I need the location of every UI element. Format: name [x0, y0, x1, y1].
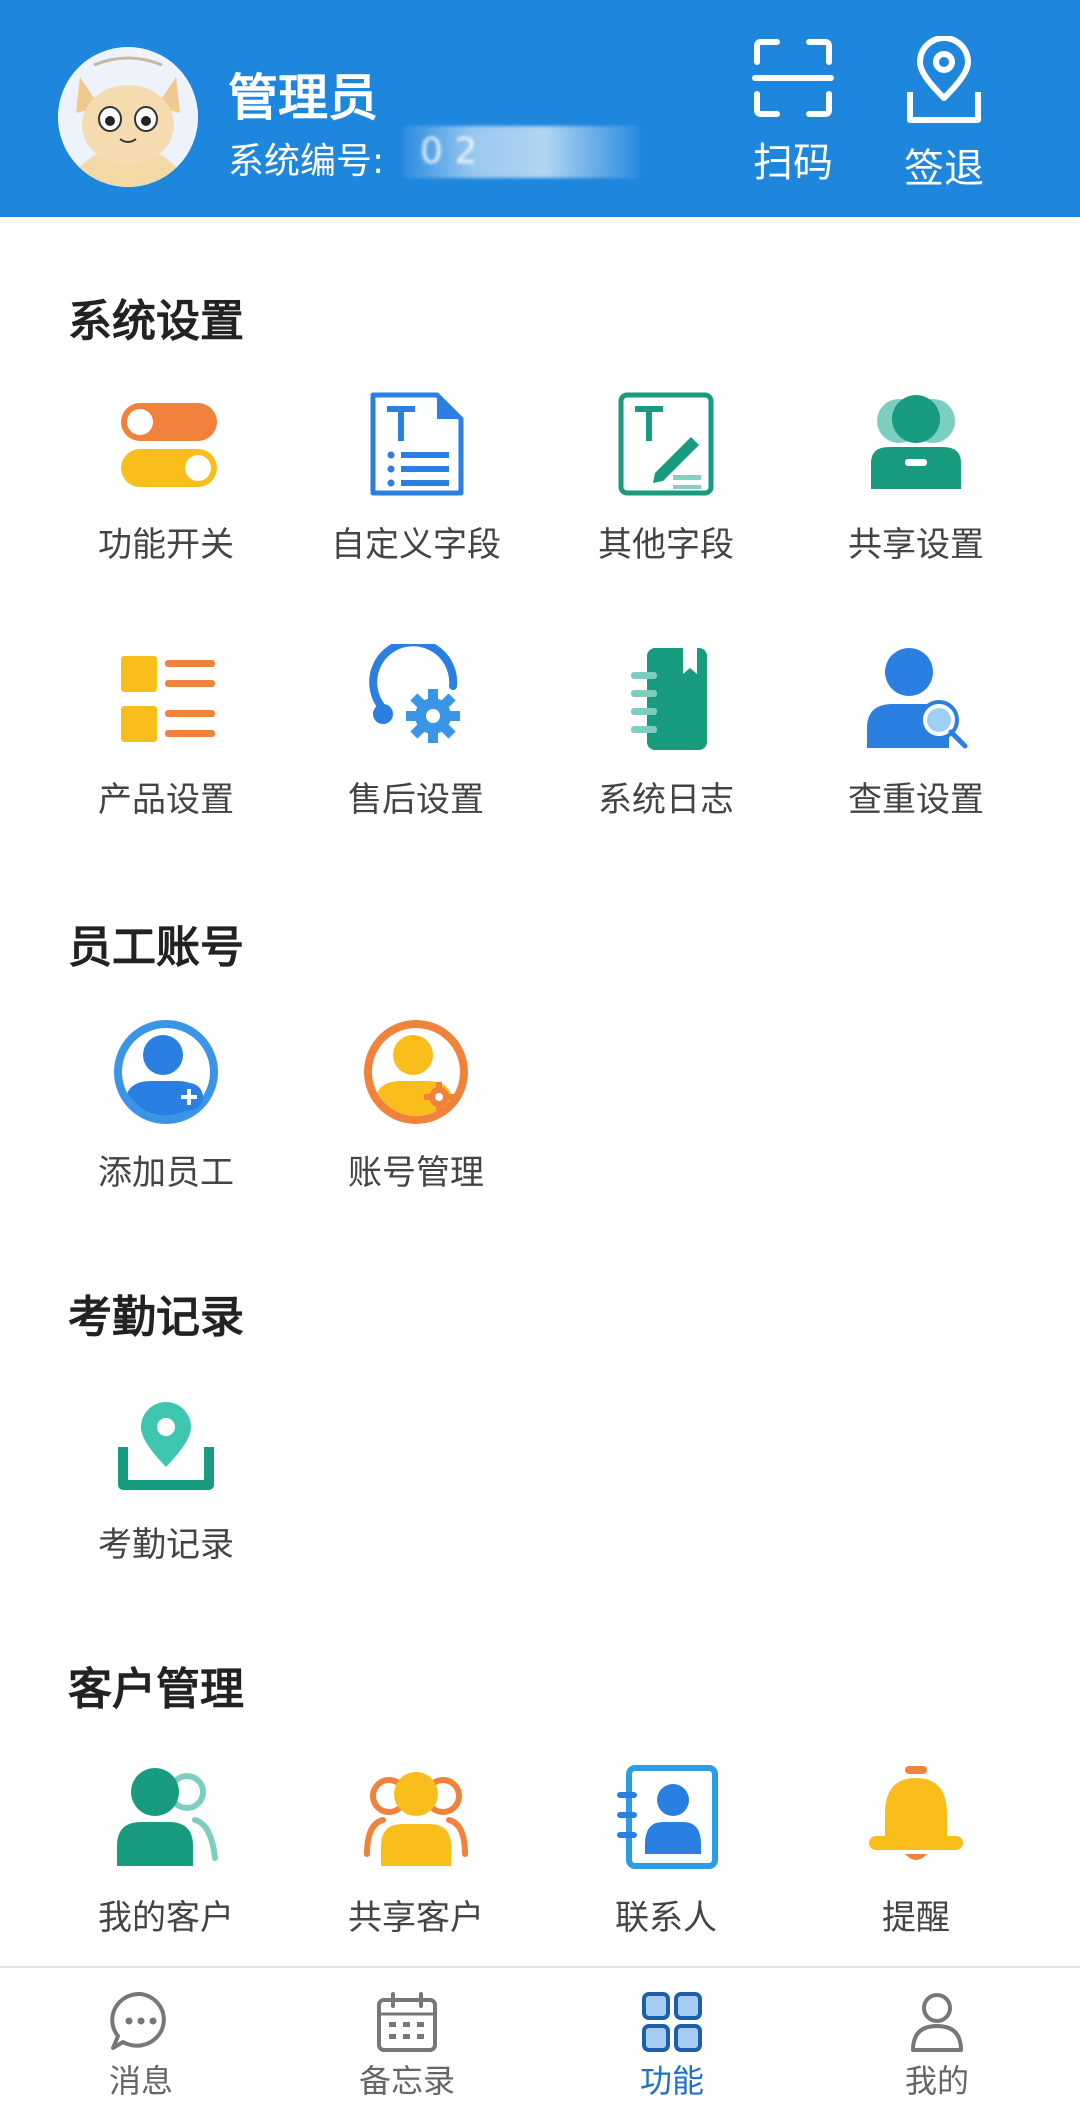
item-label: 提醒 — [882, 1898, 950, 1938]
item-label: 查重设置 — [848, 780, 984, 820]
item-label: 添加员工 — [98, 1153, 234, 1193]
item-label: 联系人 — [615, 1898, 717, 1938]
item-label: 售后设置 — [348, 780, 484, 820]
user-id-value: 0 2 — [402, 126, 640, 178]
shared-users-icon — [871, 395, 961, 489]
bell-icon — [869, 1766, 963, 1860]
item-label: 功能开关 — [98, 525, 234, 565]
location-checkout-icon — [907, 36, 981, 123]
item-shared-customers[interactable]: 共享客户 — [306, 1762, 526, 1962]
person-icon — [911, 1993, 963, 2052]
item-label: 共享客户 — [348, 1898, 484, 1938]
item-label: 账号管理 — [348, 1153, 484, 1193]
item-custom-field[interactable]: 自定义字段 — [306, 389, 526, 589]
location-pin-icon — [118, 1402, 214, 1490]
section-title-staff: 员工账号 — [68, 922, 244, 973]
tab-me[interactable]: 我的 — [802, 1968, 1072, 2122]
user-name: 管理员 — [228, 69, 378, 127]
calendar-icon — [377, 1992, 437, 2052]
scan-label: 扫码 — [753, 140, 833, 186]
header-bar: 管理员 系统编号: 0 2 扫码 签退 — [0, 0, 1080, 217]
chat-bubble-icon — [110, 1991, 166, 2050]
tab-label: 备忘录 — [358, 2062, 455, 2100]
item-attendance-record[interactable]: 考勤记录 — [56, 1389, 276, 1589]
item-label: 考勤记录 — [98, 1525, 234, 1565]
scan-icon — [752, 39, 834, 117]
bottom-tab-bar: 消息 备忘录 功能 我的 — [0, 1966, 1080, 2122]
item-other-field[interactable]: 其他字段 — [556, 389, 776, 589]
item-label: 系统日志 — [598, 780, 734, 820]
function-list: 系统设置 功能开关 自定义字段 其他字段 共享设置 产品设置 售后设置 系统日志… — [0, 217, 1080, 1967]
add-user-icon — [114, 1020, 218, 1124]
item-feature-toggle[interactable]: 功能开关 — [56, 389, 276, 589]
contact-card-icon — [617, 1765, 718, 1869]
item-share-settings[interactable]: 共享设置 — [806, 389, 1026, 589]
item-add-staff[interactable]: 添加员工 — [56, 1017, 276, 1217]
tab-label: 我的 — [904, 2062, 969, 2100]
my-customers-icon — [117, 1768, 218, 1866]
item-label: 其他字段 — [598, 525, 734, 565]
scan-button[interactable]: 扫码 — [733, 36, 853, 196]
item-label: 自定义字段 — [331, 525, 501, 565]
item-my-customers[interactable]: 我的客户 — [56, 1762, 276, 1962]
tab-memo[interactable]: 备忘录 — [272, 1968, 542, 2122]
tab-label: 消息 — [108, 2062, 173, 2100]
grid-icon — [642, 1992, 702, 2052]
toggle-switches-icon — [121, 403, 217, 487]
notebook-icon — [631, 648, 707, 750]
item-reminders[interactable]: 提醒 — [806, 1762, 1026, 1962]
section-title-attendance: 考勤记录 — [68, 1292, 244, 1343]
section-title-customers: 客户管理 — [68, 1664, 244, 1715]
user-settings-icon — [364, 1020, 468, 1124]
checkout-button[interactable]: 签退 — [884, 36, 1004, 196]
service-gear-icon — [369, 644, 460, 743]
cat-avatar-icon — [58, 47, 198, 187]
item-label: 产品设置 — [98, 780, 234, 820]
tab-label: 功能 — [639, 2062, 704, 2100]
product-list-icon — [121, 656, 215, 742]
custom-field-document-icon — [370, 392, 464, 496]
item-label: 共享设置 — [848, 525, 984, 565]
item-contacts[interactable]: 联系人 — [556, 1762, 776, 1962]
item-duplicate-check[interactable]: 查重设置 — [806, 644, 1026, 844]
edit-field-icon — [618, 392, 714, 496]
item-label: 我的客户 — [98, 1898, 234, 1938]
item-system-log[interactable]: 系统日志 — [556, 644, 776, 844]
checkout-label: 签退 — [904, 146, 984, 192]
section-title-system: 系统设置 — [68, 296, 244, 347]
item-product-settings[interactable]: 产品设置 — [56, 644, 276, 844]
user-search-icon — [867, 648, 968, 749]
tab-functions[interactable]: 功能 — [537, 1968, 807, 2122]
avatar[interactable] — [58, 47, 198, 187]
user-id-label: 系统编号: — [228, 141, 385, 182]
tab-messages[interactable]: 消息 — [6, 1968, 276, 2122]
shared-customers-icon — [364, 1772, 468, 1866]
item-after-sales[interactable]: 售后设置 — [306, 644, 526, 844]
item-account-management[interactable]: 账号管理 — [306, 1017, 526, 1217]
